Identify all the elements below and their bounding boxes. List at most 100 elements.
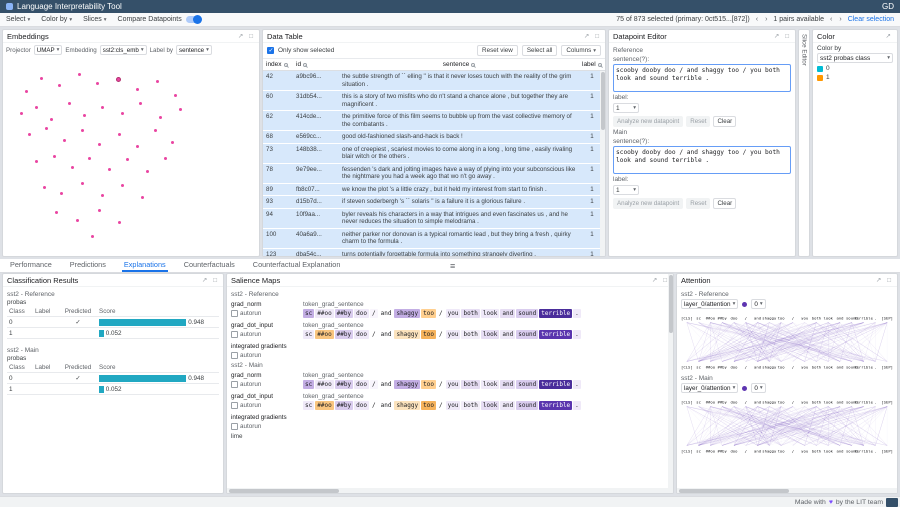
salience-token[interactable]: / xyxy=(370,380,378,389)
datapoint[interactable] xyxy=(179,108,182,111)
table-row[interactable]: 123dba54c...turns potentially forgettabl… xyxy=(263,249,605,257)
datapoint[interactable] xyxy=(43,186,46,189)
module-expand-icons[interactable]: ↗ □ xyxy=(238,32,255,40)
datapoint[interactable] xyxy=(91,235,94,238)
salience-token[interactable]: and xyxy=(500,401,515,410)
salience-token[interactable]: . xyxy=(573,330,581,339)
only-show-selected-checkbox[interactable] xyxy=(267,47,274,54)
salience-token[interactable]: both xyxy=(461,401,479,410)
salience-token[interactable]: and xyxy=(379,401,394,410)
salience-token[interactable]: / xyxy=(437,401,445,410)
salience-token[interactable]: you xyxy=(446,309,461,318)
datapoint[interactable] xyxy=(35,160,38,163)
datapoint[interactable] xyxy=(58,84,61,87)
search-icon[interactable] xyxy=(598,63,602,67)
tab-counterfactuals[interactable]: Counterfactuals xyxy=(182,259,237,272)
slices-menu[interactable]: Slices▾ xyxy=(83,16,106,23)
salience-token[interactable]: too xyxy=(421,401,436,410)
select-menu[interactable]: Select▾ xyxy=(6,16,30,23)
embedding-scatter[interactable] xyxy=(5,59,257,254)
table-row[interactable]: 6031db54...this is a story of two misfit… xyxy=(263,91,605,111)
salience-token[interactable]: sound xyxy=(516,380,538,389)
salience-token[interactable]: look xyxy=(481,330,499,339)
column-header-label[interactable]: label xyxy=(582,61,596,68)
datapoint[interactable] xyxy=(101,194,104,197)
table-row[interactable]: 789e79ee...fessenden 's dark and jolting… xyxy=(263,164,605,184)
clear-selection-link[interactable]: Clear selection xyxy=(848,16,894,23)
salience-token[interactable]: . xyxy=(573,309,581,318)
datapoint[interactable] xyxy=(171,141,174,144)
datapoint[interactable] xyxy=(136,145,139,148)
datapoint[interactable] xyxy=(139,102,142,105)
salience-token[interactable]: you xyxy=(446,401,461,410)
autorun-checkbox[interactable]: autorun xyxy=(231,381,303,388)
datapoint[interactable] xyxy=(53,155,56,158)
salience-token[interactable]: shaggy xyxy=(394,309,420,318)
datapoint[interactable] xyxy=(81,182,84,185)
head-select[interactable]: 0▾ xyxy=(751,383,765,393)
next-pair-button[interactable]: › xyxy=(838,16,842,23)
clear-button[interactable]: Clear xyxy=(713,116,736,127)
salience-token[interactable]: doo xyxy=(354,309,369,318)
vertical-scrollbar[interactable] xyxy=(600,71,605,256)
datapoint[interactable] xyxy=(136,88,139,91)
datapoint[interactable] xyxy=(78,73,81,76)
salience-token[interactable]: look xyxy=(481,401,499,410)
salience-token[interactable]: sc xyxy=(303,401,314,410)
prev-pair-button[interactable]: ‹ xyxy=(829,16,833,23)
tab-explanations[interactable]: Explanations xyxy=(122,259,168,272)
datapoint[interactable] xyxy=(116,77,121,82)
salience-token[interactable]: / xyxy=(437,309,445,318)
search-icon[interactable] xyxy=(303,63,307,67)
next-datapoint-button[interactable]: › xyxy=(764,16,768,23)
embedding-select[interactable]: sst2:cls_emb▾ xyxy=(100,45,147,55)
salience-token[interactable]: shaggy xyxy=(394,330,420,339)
salience-token[interactable]: both xyxy=(461,380,479,389)
datapoint[interactable] xyxy=(60,192,63,195)
datapoint[interactable] xyxy=(55,211,58,214)
salience-token[interactable]: / xyxy=(370,401,378,410)
salience-token[interactable]: you xyxy=(446,330,461,339)
label-select-reference[interactable]: 1▾ xyxy=(613,103,639,113)
salience-token[interactable]: look xyxy=(481,309,499,318)
datapoint[interactable] xyxy=(118,133,121,136)
module-expand-icons[interactable]: ↗ □ xyxy=(652,276,669,284)
salience-token[interactable]: terrible xyxy=(539,401,572,410)
clear-button[interactable]: Clear xyxy=(713,198,736,209)
module-expand-icons[interactable]: ↗ □ xyxy=(202,276,219,284)
datapoint[interactable] xyxy=(40,77,43,80)
reset-view-button[interactable]: Reset view xyxy=(477,45,518,56)
salience-token[interactable]: ##oo xyxy=(315,330,333,339)
datapoint[interactable] xyxy=(76,219,79,222)
tab-counterfactual-explanation[interactable]: Counterfactual Explanation xyxy=(251,259,343,272)
vertical-scrollbar[interactable] xyxy=(668,274,673,493)
salience-token[interactable]: look xyxy=(481,380,499,389)
salience-token[interactable]: ##by xyxy=(335,380,353,389)
salience-token[interactable]: terrible xyxy=(539,330,572,339)
module-expand-icons[interactable]: ↗ □ xyxy=(584,32,601,40)
datapoint[interactable] xyxy=(126,158,129,161)
salience-token[interactable]: doo xyxy=(354,380,369,389)
salience-token[interactable]: and xyxy=(379,309,394,318)
datapoint[interactable] xyxy=(81,129,84,132)
datapoint[interactable] xyxy=(156,80,159,83)
salience-token[interactable]: sound xyxy=(516,330,538,339)
datapoint[interactable] xyxy=(63,139,66,142)
datapoint[interactable] xyxy=(146,170,149,173)
classification-row[interactable]: 0 ✓ 0.948 xyxy=(7,317,219,328)
datapoint[interactable] xyxy=(159,116,162,119)
layer-select[interactable]: layer_0/attention▾ xyxy=(681,383,738,393)
datapoint[interactable] xyxy=(121,184,124,187)
classification-row[interactable]: 1 0.052 xyxy=(7,328,219,339)
search-icon[interactable] xyxy=(284,63,288,67)
salience-token[interactable]: ##oo xyxy=(315,380,333,389)
color-by-menu[interactable]: Color by▾ xyxy=(41,16,72,23)
salience-token[interactable]: ##oo xyxy=(315,309,333,318)
salience-token[interactable]: and xyxy=(379,330,394,339)
salience-token[interactable]: and xyxy=(500,309,515,318)
autorun-checkbox[interactable]: autorun xyxy=(231,402,303,409)
datapoint[interactable] xyxy=(50,118,53,121)
datapoint[interactable] xyxy=(35,106,38,109)
salience-token[interactable]: too xyxy=(421,309,436,318)
slice-editor-collapsed-tab[interactable]: Slice Editor xyxy=(798,29,810,257)
